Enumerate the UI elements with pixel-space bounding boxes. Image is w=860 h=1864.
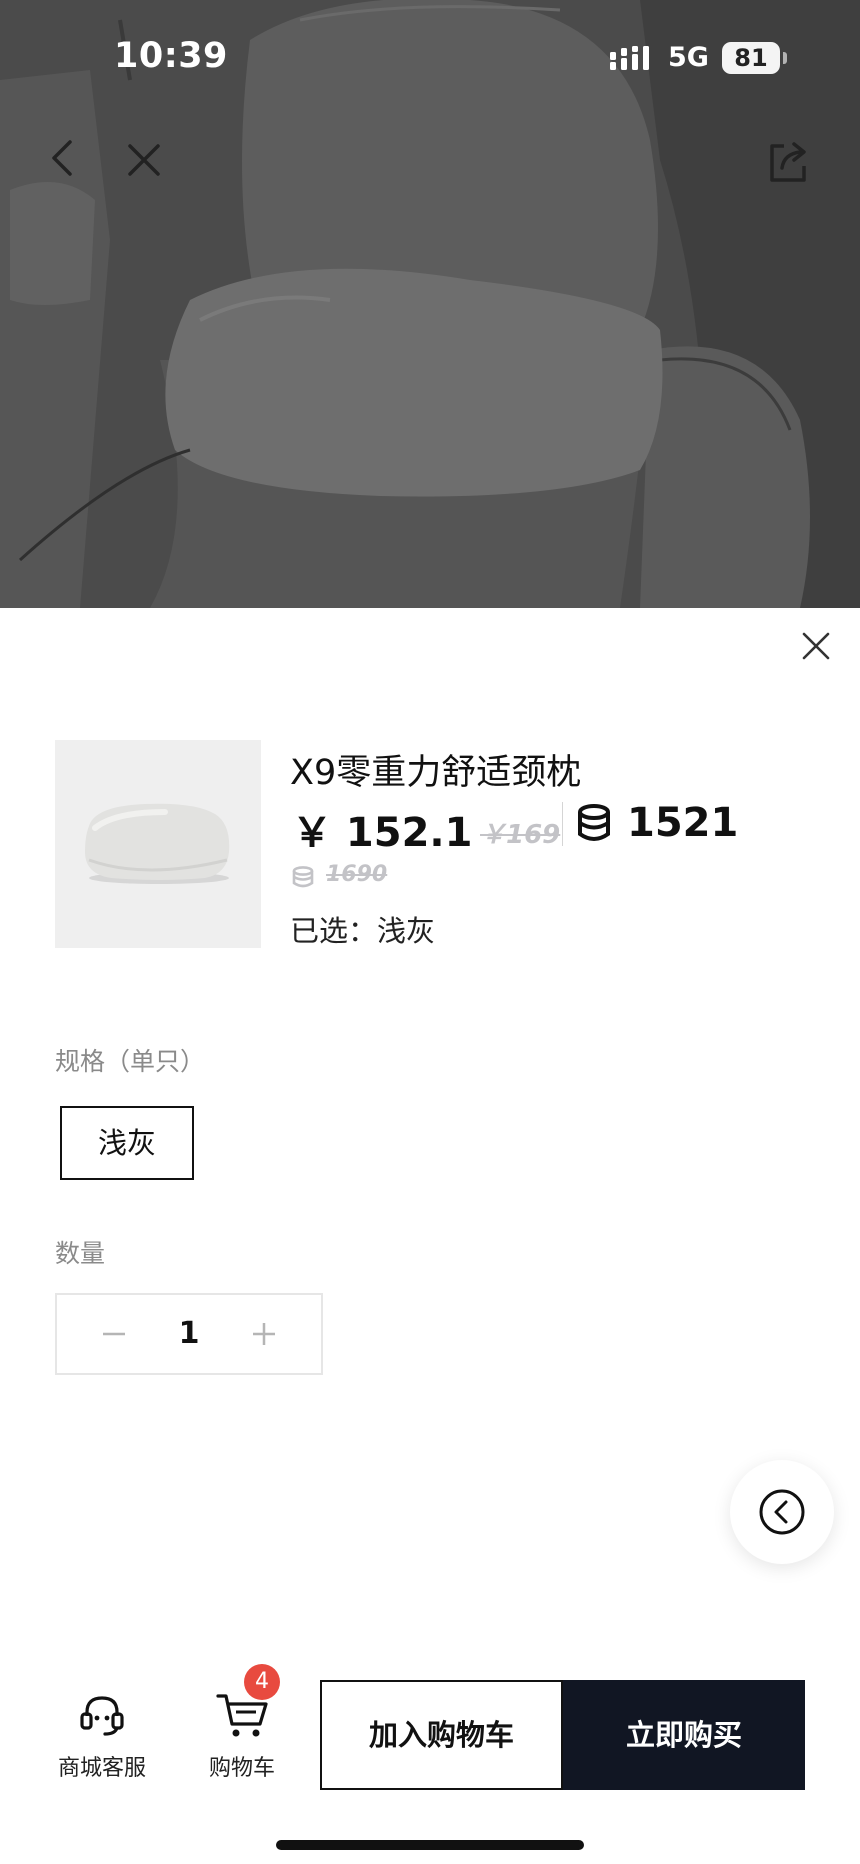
spec-label: 规格（单只） — [55, 1047, 206, 1076]
quantity-value[interactable]: 1 — [157, 1295, 221, 1373]
quantity-stepper: 1 — [55, 1293, 323, 1375]
pillow-image — [85, 803, 230, 884]
cart-label: 购物车 — [208, 1756, 275, 1781]
points-coin-icon — [292, 866, 314, 888]
network-type: 5G — [668, 42, 709, 73]
price-original: ￥169 — [480, 820, 561, 850]
back-icon[interactable] — [40, 136, 84, 180]
customer-service-button[interactable]: 商城客服 — [52, 1690, 152, 1800]
minus-icon[interactable] — [97, 1317, 131, 1351]
spec-option-light-gray[interactable]: 浅灰 — [60, 1106, 194, 1180]
add-to-cart-button[interactable]: 加入购物车 — [320, 1680, 563, 1790]
customer-service-label: 商城客服 — [57, 1756, 146, 1781]
sku-selection-sheet: X9零重力舒适颈枕 ￥ 152.1 ￥169 1521 1690 已选：浅灰 规… — [0, 608, 860, 1864]
battery-cap — [783, 52, 787, 64]
floating-back-button[interactable] — [730, 1460, 834, 1564]
headset-icon — [80, 1696, 124, 1736]
signal-icon — [610, 46, 649, 70]
quantity-label: 数量 — [55, 1239, 106, 1268]
cart-button[interactable]: 购物车 4 — [192, 1664, 292, 1800]
price-row: ￥ 152.1 ￥169 1521 — [292, 800, 812, 856]
battery-icon: 81 — [722, 42, 780, 74]
home-indicator[interactable] — [276, 1840, 584, 1850]
points-current: 1521 — [627, 800, 739, 846]
cart-count-badge: 4 — [244, 1664, 280, 1700]
product-photo-overlay[interactable]: 10:39 5G 81 — [0, 0, 860, 608]
chevron-left-circle-icon — [759, 1489, 805, 1535]
price-current: ￥ 152.1 — [292, 810, 473, 856]
product-title: X9零重力舒适颈枕 — [290, 753, 582, 793]
buy-now-button[interactable]: 立即购买 — [563, 1680, 805, 1790]
selected-variant: 已选：浅灰 — [290, 908, 435, 950]
plus-icon[interactable] — [247, 1317, 281, 1351]
points-coin-icon — [578, 804, 610, 841]
status-bar: 10:39 5G 81 — [0, 0, 860, 110]
sheet-close-icon[interactable] — [800, 630, 832, 662]
selected-value: 浅灰 — [377, 914, 436, 948]
points-original: 1690 — [326, 862, 388, 887]
status-time: 10:39 — [114, 36, 228, 76]
selected-label: 已选： — [290, 914, 378, 948]
share-icon[interactable] — [764, 138, 812, 186]
close-icon[interactable] — [124, 140, 164, 180]
product-thumbnail — [55, 740, 261, 948]
price-divider — [562, 802, 563, 846]
